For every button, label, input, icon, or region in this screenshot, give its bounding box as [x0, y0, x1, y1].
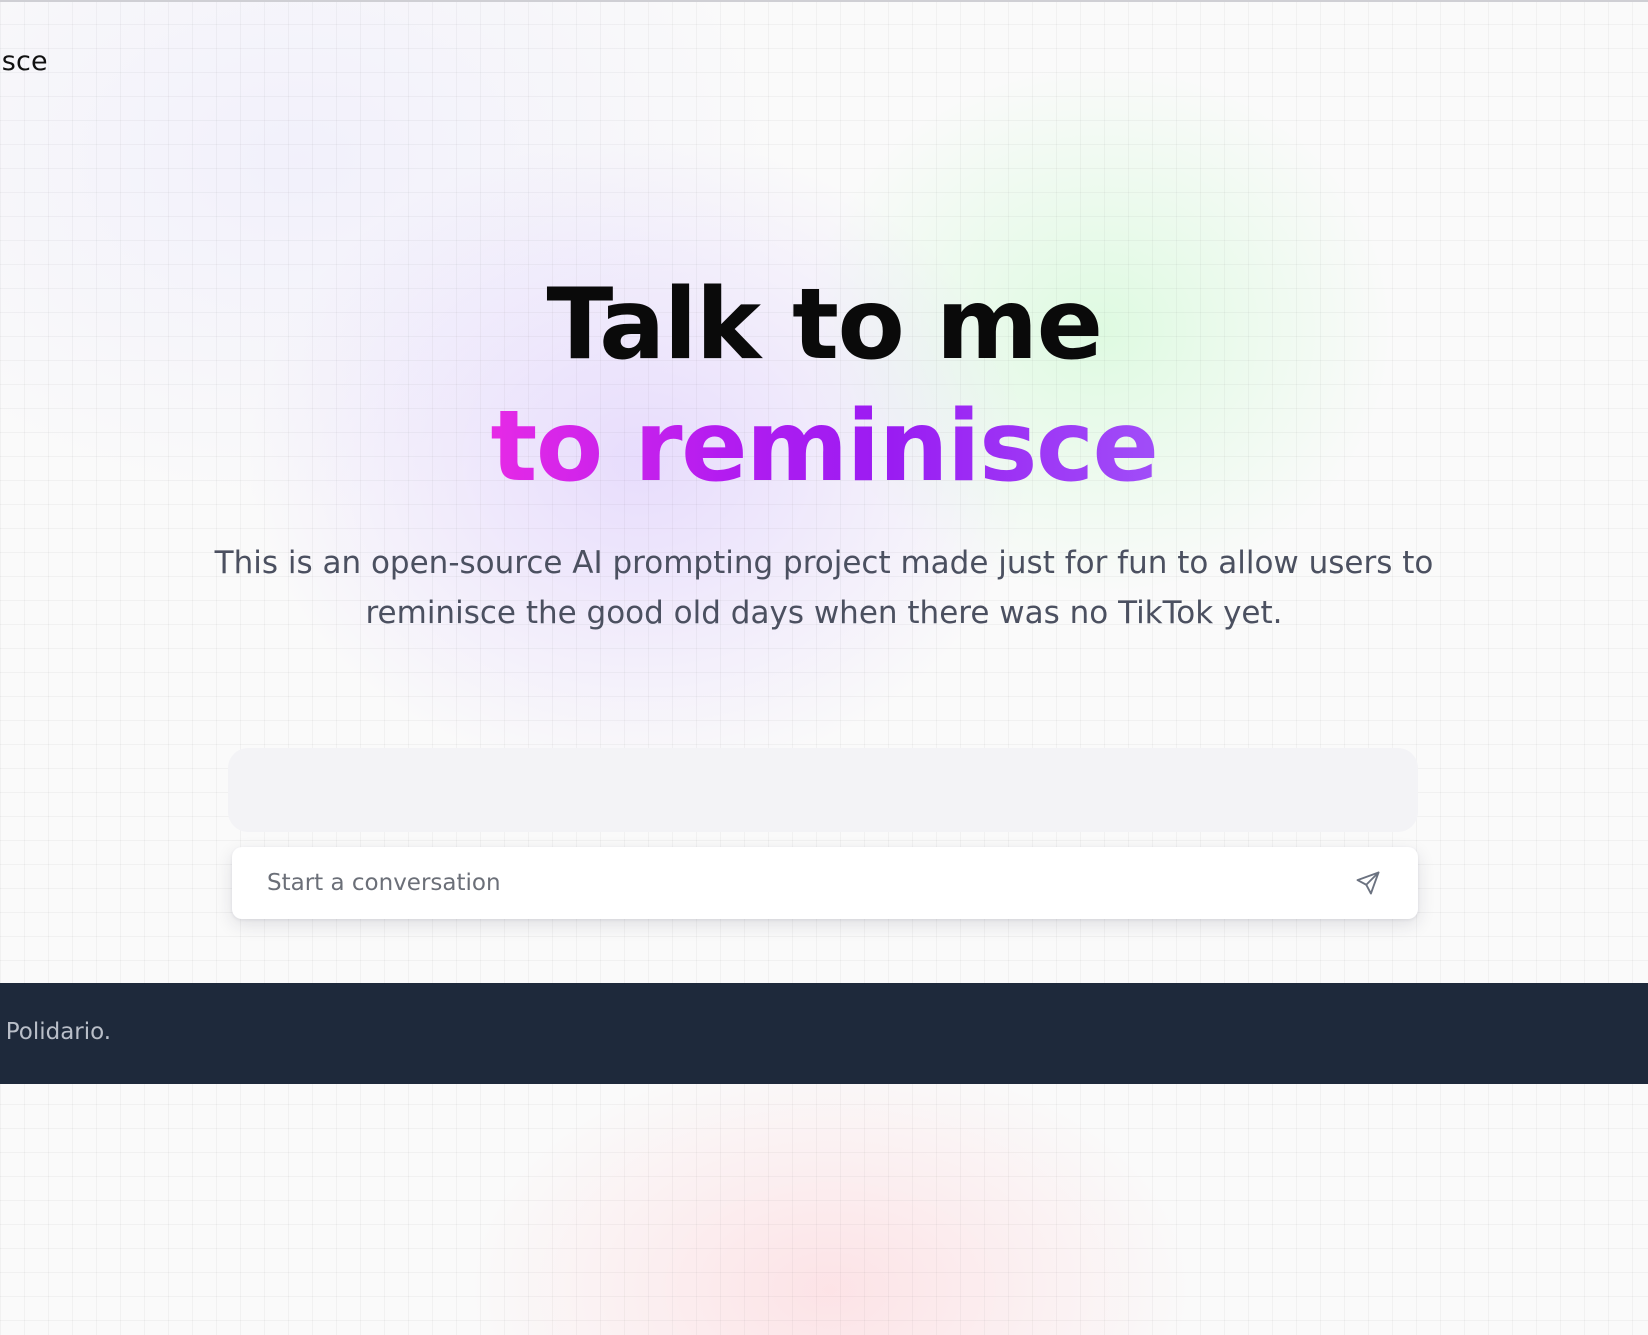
- top-border: [0, 0, 1648, 2]
- project-description: This is an open-source AI prompting proj…: [214, 545, 1434, 631]
- chat-messages-area: [228, 748, 1418, 832]
- hero-subtitle: to reminisce: [490, 385, 1159, 509]
- hero-title: Talk to me: [546, 268, 1103, 382]
- chat-input[interactable]: [267, 870, 1350, 896]
- hero-section: Talk to me to reminisce: [0, 265, 1648, 509]
- paper-plane-icon: [1356, 871, 1380, 895]
- footer-credit: l Polidario.: [0, 1019, 112, 1045]
- footer: l Polidario.: [0, 983, 1648, 1084]
- background-grid: [0, 0, 1648, 1335]
- send-button[interactable]: [1350, 865, 1386, 901]
- chat-input-bar: [232, 847, 1418, 919]
- brand-logo-link[interactable]: isce: [0, 46, 48, 77]
